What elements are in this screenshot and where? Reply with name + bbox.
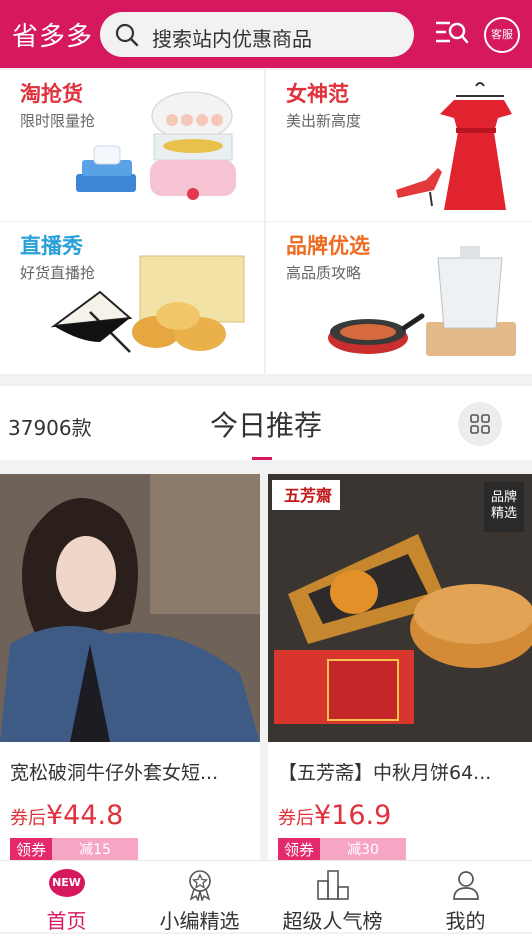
coupon-value: 减15	[52, 838, 139, 860]
coupon-tag[interactable]: 领券 减15	[10, 838, 139, 860]
product-list: 宽松破洞牛仔外套女短... 券后¥44.8 领券 减15 五芳齋 品牌 精选 【五…	[0, 460, 532, 860]
product-image	[0, 474, 260, 742]
category-zhiboxiu[interactable]: 直播秀 好货直播抢	[0, 222, 264, 373]
price-row: 券后¥16.9	[278, 800, 391, 831]
tab-label: 小编精选	[159, 909, 240, 933]
kettle-pan-image	[328, 246, 516, 356]
search-icon	[115, 23, 139, 47]
bottom-tab-bar: NEW 首页 小编精选 超级人气榜 我的	[0, 860, 532, 933]
top-header: 省多多 搜索站内优惠商品 客服	[0, 0, 532, 68]
grid-divider	[264, 70, 266, 374]
egg-cooker-image	[76, 91, 236, 200]
grid-view-icon	[470, 414, 490, 434]
section-gap	[0, 376, 532, 386]
tab-editor-picks[interactable]: 小编精选	[133, 861, 266, 933]
price-value: ¥44.8	[46, 800, 124, 831]
medal-icon	[188, 870, 211, 901]
customer-service-icon[interactable]: 客服	[484, 17, 520, 53]
coupon-tag[interactable]: 领券 减30	[278, 838, 407, 860]
product-name: 宽松破洞牛仔外套女短...	[10, 762, 219, 784]
new-badge-icon: NEW	[48, 869, 85, 897]
recommend-title: 今日推荐	[209, 409, 322, 442]
layout-toggle-button[interactable]	[458, 402, 502, 446]
price-row: 券后¥44.8	[10, 800, 123, 831]
dress-image	[396, 82, 512, 210]
tab-home[interactable]: NEW 首页	[0, 861, 133, 933]
price-label: 券后	[278, 808, 314, 829]
search-bar[interactable]: 搜索站内优惠商品	[100, 12, 414, 57]
search-placeholder: 搜索站内优惠商品	[152, 27, 312, 51]
recommend-header: 37906款 今日推荐	[0, 386, 532, 461]
product-card[interactable]: 五芳齋 品牌 精选 【五芳斋】中秋月饼64... 券后¥16.9 领券 减30	[268, 474, 532, 860]
price-label: 券后	[10, 808, 46, 829]
user-icon	[452, 871, 479, 900]
tab-label: 首页	[46, 909, 87, 933]
brand-select-badge: 品牌 精选	[484, 482, 524, 532]
category-nvshenfan[interactable]: 女神范 美出新高度	[266, 70, 530, 221]
price-value: ¥16.9	[314, 800, 392, 831]
tab-label: 超级人气榜	[282, 909, 383, 933]
tab-label: 我的	[445, 909, 486, 933]
category-taoqianghuo[interactable]: 淘抢货 限时限量抢	[0, 70, 264, 221]
umbrella-mooncake-image	[50, 255, 245, 353]
coupon-value: 减30	[320, 838, 407, 860]
grid-divider	[0, 221, 532, 222]
tab-popularity-chart[interactable]: 超级人气榜	[266, 861, 399, 933]
app-logo: 省多多	[12, 22, 94, 52]
coupon-label: 领券	[278, 838, 321, 860]
coupon-label: 领券	[10, 838, 53, 860]
category-pinpaiyouxuan[interactable]: 品牌优选 高品质攻略	[266, 222, 530, 373]
tab-mine[interactable]: 我的	[399, 861, 532, 933]
product-card[interactable]: 宽松破洞牛仔外套女短... 券后¥44.8 领券 减15	[0, 474, 260, 860]
category-grid: 淘抢货 限时限量抢 女神范 美出新高度 直播秀 好货直播抢 品牌优选 高品质攻略	[0, 70, 532, 374]
filter-search-icon[interactable]	[434, 18, 470, 48]
product-name: 【五芳斋】中秋月饼64...	[278, 762, 492, 784]
podium-icon	[316, 870, 349, 900]
brand-logo: 五芳齋	[283, 486, 332, 505]
